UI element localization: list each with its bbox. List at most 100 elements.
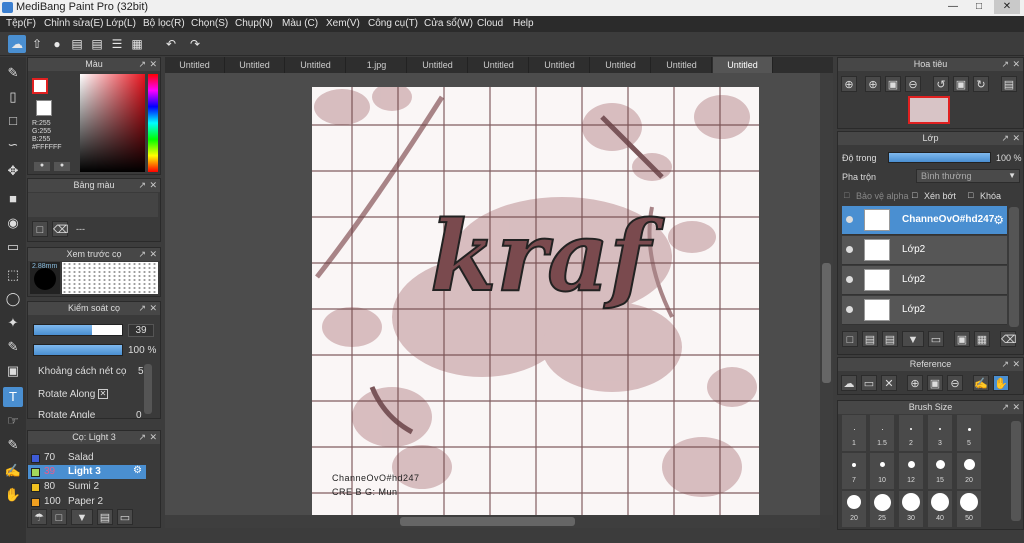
brush-size-option[interactable]: 25	[870, 491, 894, 527]
navigator-thumbnail[interactable]	[908, 96, 950, 124]
menu-tools[interactable]: Công cụ(T)	[368, 18, 418, 29]
brush-folder-icon[interactable]: ▭	[117, 509, 133, 525]
chat-icon[interactable]: ▤	[68, 35, 86, 53]
maximize-button[interactable]: □	[966, 0, 992, 14]
close-icon[interactable]: ✕	[149, 302, 157, 315]
brush-item[interactable]: 100 Paper 2	[28, 495, 146, 509]
protect-alpha-checkbox[interactable]: □	[844, 190, 849, 200]
layer-item[interactable]: Lớp2	[842, 296, 1007, 325]
new-layer-icon[interactable]: □	[842, 331, 858, 347]
popout-icon[interactable]: ↗	[1001, 401, 1009, 414]
brush-size-option[interactable]: 30	[899, 491, 923, 527]
new-folder-icon[interactable]: ▭	[928, 331, 944, 347]
tab-untitled[interactable]: Untitled	[286, 57, 346, 73]
close-button[interactable]: ✕	[994, 0, 1020, 14]
tab-untitled-active[interactable]: Untitled	[713, 57, 773, 73]
delete-palette-icon[interactable]: ⌫	[52, 221, 69, 237]
move-tool-icon[interactable]: ✥	[3, 161, 23, 181]
horizontal-scroll-thumb[interactable]	[400, 517, 575, 526]
zoom-in-icon[interactable]: ⊕	[865, 76, 881, 92]
eye-icon[interactable]	[846, 276, 853, 283]
tab-untitled[interactable]: Untitled	[530, 57, 590, 73]
magic-wand-icon[interactable]: ✦	[3, 313, 23, 333]
close-icon[interactable]: ✕	[149, 179, 157, 192]
hand-tool-icon[interactable]: ✋	[3, 485, 23, 505]
brush-size-option[interactable]: 1	[842, 415, 866, 451]
select-tool-icon[interactable]: ⬚	[3, 265, 23, 285]
divide-tool-icon[interactable]: ✎	[3, 435, 23, 455]
menu-filter[interactable]: Bộ lọc(R)	[143, 18, 185, 29]
menu-cloud[interactable]: Cloud	[477, 18, 503, 29]
brush-tool-icon[interactable]: ✎	[3, 63, 23, 83]
popout-icon[interactable]: ↗	[138, 58, 146, 71]
gear-icon[interactable]: ⚙	[993, 213, 1004, 227]
brush-size-option[interactable]: 20	[957, 453, 981, 489]
brush-item[interactable]: 80 Sumi 2	[28, 480, 146, 494]
menu-select[interactable]: Chọn(S)	[191, 18, 228, 29]
cloud-icon[interactable]: ☁	[8, 35, 26, 53]
list-icon[interactable]: ☰	[108, 35, 126, 53]
zoom-fit-icon[interactable]: ⊕	[841, 76, 857, 92]
zoom-out-icon[interactable]: ⊖	[905, 76, 921, 92]
foreground-color-swatch[interactable]	[32, 78, 48, 94]
brush-item[interactable]: 70 Salad	[28, 451, 146, 465]
brush-opacity-slider[interactable]	[33, 344, 123, 356]
layer-opacity-slider[interactable]	[888, 152, 991, 163]
merge-layer-icon[interactable]: ▦	[974, 331, 990, 347]
gear-icon[interactable]: ⚙	[133, 465, 142, 476]
shape-tool-icon[interactable]: ■	[3, 189, 23, 209]
tab-untitled[interactable]: Untitled	[591, 57, 651, 73]
menu-capture[interactable]: Chụp(N)	[235, 18, 273, 29]
close-icon[interactable]: ✕	[149, 58, 157, 71]
menu-layer[interactable]: Lớp(L)	[106, 18, 136, 29]
layer-menu-icon[interactable]: ▼	[902, 331, 924, 347]
brush-size-option[interactable]: 7	[842, 453, 866, 489]
tab-untitled[interactable]: Untitled	[652, 57, 712, 73]
text-tool-icon[interactable]: T	[3, 387, 23, 407]
layer-list-scrollbar[interactable]	[1009, 207, 1019, 327]
reset-color-icon[interactable]: ●	[54, 162, 70, 171]
tab-untitled[interactable]: Untitled	[469, 57, 529, 73]
delete-layer-icon[interactable]: ⌫	[1000, 331, 1017, 347]
hue-slider[interactable]	[148, 74, 158, 172]
lasso-select-icon[interactable]: ◯	[3, 289, 23, 309]
swap-color-icon[interactable]: ●	[34, 162, 50, 171]
clipping-checkbox[interactable]: □	[912, 190, 917, 200]
brush-size-option[interactable]: 10	[870, 453, 894, 489]
popout-icon[interactable]: ↗	[1001, 132, 1009, 145]
layer-item[interactable]: Lớp2	[842, 236, 1007, 265]
brush-size-option[interactable]: 3	[928, 415, 952, 451]
close-icon[interactable]: ✕	[149, 248, 157, 261]
brush-size-scrollbar[interactable]	[1011, 421, 1021, 521]
operation-tool-icon[interactable]: ☞	[3, 411, 23, 431]
brush-size-option[interactable]: 1.5	[870, 415, 894, 451]
new-palette-icon[interactable]: □	[32, 221, 48, 237]
close-icon[interactable]: ✕	[149, 431, 157, 444]
eye-icon[interactable]	[846, 246, 853, 253]
brush-item-selected[interactable]: 39 Light 3 ⚙	[28, 465, 146, 479]
grid-icon[interactable]: ▦	[128, 35, 146, 53]
close-icon[interactable]: ✕	[1012, 401, 1020, 414]
new-halftone-layer-icon[interactable]: ▤	[862, 331, 878, 347]
vertical-scroll-thumb[interactable]	[822, 263, 831, 383]
blend-mode-select[interactable]: Bình thường ▼	[916, 169, 1020, 183]
upload-icon[interactable]: ⇧	[28, 35, 46, 53]
reference-hand-icon[interactable]: ✋	[993, 375, 1009, 391]
reference-zoom-out-icon[interactable]: ⊖	[947, 375, 963, 391]
lock-checkbox[interactable]: □	[968, 190, 973, 200]
add-brush-icon[interactable]: ☂	[31, 509, 47, 525]
reference-zoom-in-icon[interactable]: ⊕	[907, 375, 923, 391]
horizontal-scrollbar[interactable]	[165, 515, 820, 528]
eye-icon[interactable]	[846, 216, 853, 223]
brush-control-scrollbar[interactable]	[144, 364, 152, 414]
eraser-tool-icon[interactable]: ▯	[3, 87, 23, 107]
page-icon[interactable]: ▤	[88, 35, 106, 53]
popout-icon[interactable]: ↗	[138, 179, 146, 192]
popout-icon[interactable]: ↗	[138, 302, 146, 315]
brush-size-value[interactable]: 39	[128, 324, 154, 337]
brush-size-slider[interactable]	[33, 324, 123, 336]
layer-item[interactable]: Lớp2	[842, 266, 1007, 295]
eye-icon[interactable]	[846, 306, 853, 313]
rect-select-tool-icon[interactable]: □	[3, 111, 23, 131]
rotate-left-icon[interactable]: ↺	[933, 76, 949, 92]
